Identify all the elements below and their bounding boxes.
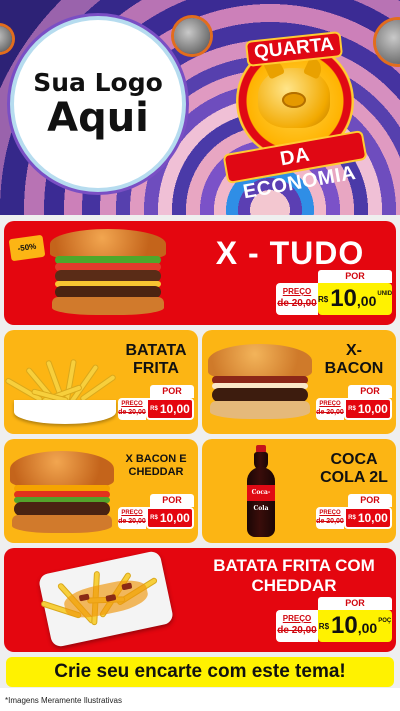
old-price: PREÇO de 20,00 (118, 398, 146, 420)
new-price: R$ 10,00 (344, 398, 392, 420)
price-box: POR PREÇO de 20,00 R$ 10,00 (118, 494, 194, 529)
cheddar-fries-image (37, 549, 175, 649)
new-price-value: 10,00 (159, 511, 190, 525)
new-price-dec: ,00 (356, 293, 377, 309)
product-card-x-bacon-cheddar[interactable]: X BACON E CHEDDAR POR PREÇO de 20,00 R$ … (4, 439, 198, 543)
new-price: R$ 10 ,00 UNID (318, 283, 392, 315)
quarta-economia-badge: QUARTA DA ECONOMIA (222, 31, 368, 203)
old-price-value: de 20,00 (316, 518, 344, 525)
price-box: POR PREÇO de 20,00 R$ 10 ,00 POÇ (276, 597, 392, 642)
new-price-value: 10,00 (357, 402, 388, 416)
products-area: -50% X - TUDO POR PREÇO de 20,00 R$ 10 ,… (0, 215, 400, 688)
coin-decoration (376, 20, 400, 64)
new-price: R$ 10 ,00 POÇ (318, 610, 392, 642)
por-label: POR (348, 494, 392, 507)
product-card-x-tudo[interactable]: -50% X - TUDO POR PREÇO de 20,00 R$ 10 ,… (4, 221, 396, 325)
product-name: BATATA FRITA (125, 342, 187, 378)
por-label: POR (150, 494, 194, 507)
por-label: POR (348, 385, 392, 398)
price-box: POR PREÇO de 20,00 R$ 10 ,00 UNID (276, 270, 392, 315)
header-banner: Sua Logo Aqui QUARTA DA ECONOMIA (0, 0, 400, 215)
old-price-value: de 20,00 (118, 409, 146, 416)
product-name: X - TUDO (215, 235, 365, 271)
old-price: PREÇO de 20,00 (316, 398, 344, 420)
new-price: R$ 10,00 (146, 507, 194, 529)
new-price-value: 10,00 (159, 402, 190, 416)
old-price-value: de 20,00 (277, 298, 317, 309)
old-price-value: de 20,00 (118, 518, 146, 525)
new-price-int: 10 (330, 285, 357, 312)
soda-bottle-image: Coca-Cola (246, 445, 276, 539)
price-box: POR PREÇO de 20,00 R$ 10,00 (316, 385, 392, 420)
new-price-dec: ,00 (357, 620, 378, 636)
product-card-batata-cheddar[interactable]: BATATA FRITA COM CHEDDAR POR PREÇO de 20… (4, 548, 396, 652)
product-name: BATATA FRITA COM CHEDDAR (213, 556, 375, 596)
coin-decoration (174, 18, 210, 54)
x-bacon-burger-image (208, 344, 312, 424)
old-price: PREÇO de 20,00 (276, 283, 318, 315)
x-tudo-burger-image (50, 229, 166, 321)
product-card-batata-frita[interactable]: BATATA FRITA POR PREÇO de 20,00 R$ 10,00 (4, 330, 198, 434)
discount-badge: -50% (8, 234, 46, 262)
flyer-page: Sua Logo Aqui QUARTA DA ECONOMIA -50% X … (0, 0, 400, 711)
unit-label: UNID (377, 291, 393, 297)
price-box: POR PREÇO de 20,00 R$ 10,00 (118, 385, 194, 420)
x-bacon-cheddar-burger-image (10, 451, 114, 535)
old-price: PREÇO de 20,00 (276, 610, 318, 642)
product-card-x-bacon[interactable]: X- BACON POR PREÇO de 20,00 R$ 10,00 (202, 330, 396, 434)
price-box: POR PREÇO de 20,00 R$ 10,00 (316, 494, 392, 529)
logo-text-line2: Aqui (47, 94, 149, 141)
bottle-label: Coca-Cola (247, 485, 275, 512)
product-name: X BACON E CHEDDAR (125, 453, 187, 478)
product-name: COCA COLA 2L (320, 451, 388, 487)
fries-image (5, 350, 118, 428)
new-price-int: 10 (331, 612, 358, 639)
unit-label: POÇ (378, 618, 392, 624)
new-price-value: 10,00 (357, 511, 388, 525)
new-price: R$ 10,00 (344, 507, 392, 529)
product-card-coca-cola[interactable]: Coca-Cola COCA COLA 2L POR PREÇO de 20,0… (202, 439, 396, 543)
old-price: PREÇO de 20,00 (316, 507, 344, 529)
old-price-value: de 20,00 (277, 625, 317, 636)
logo-placeholder[interactable]: Sua Logo Aqui (14, 20, 182, 188)
por-label: POR (318, 270, 392, 283)
old-price-value: de 20,00 (316, 409, 344, 416)
por-label: POR (318, 597, 392, 610)
disclaimer-text: *Imagens Meramente Ilustrativas (0, 690, 400, 711)
product-name: X- BACON (324, 342, 384, 378)
new-price: R$ 10,00 (146, 398, 194, 420)
cta-banner[interactable]: Crie seu encarte com este tema! (6, 657, 394, 687)
old-price: PREÇO de 20,00 (118, 507, 146, 529)
coin-decoration (0, 26, 12, 52)
logo-text-line1: Sua Logo (33, 68, 163, 98)
piggy-bank-icon (258, 56, 330, 128)
por-label: POR (150, 385, 194, 398)
